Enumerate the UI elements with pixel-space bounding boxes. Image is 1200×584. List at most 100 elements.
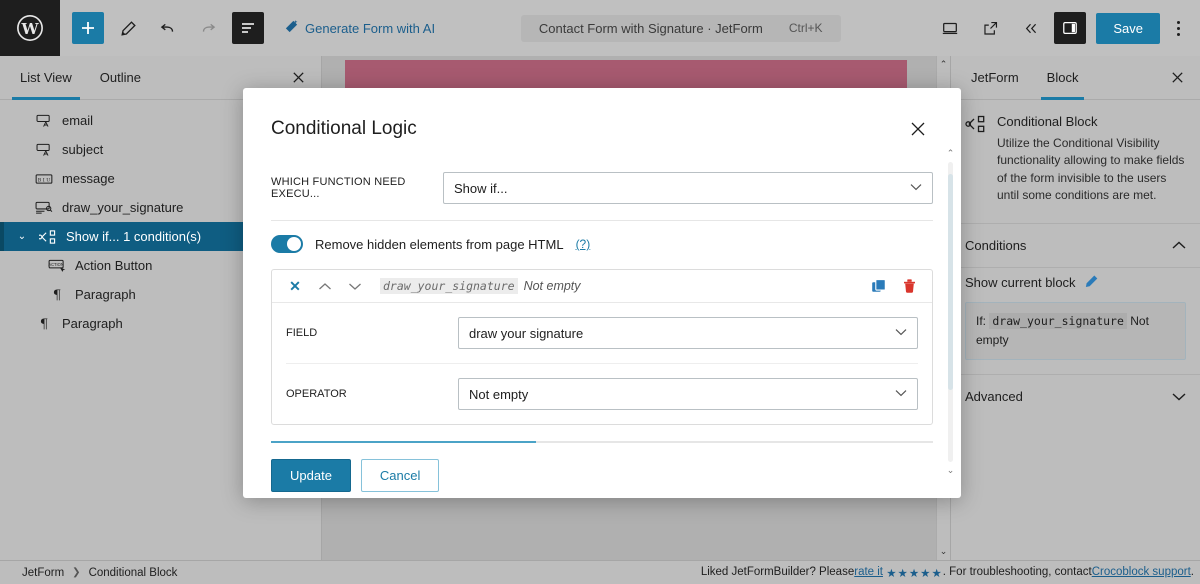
remove-hidden-toggle[interactable] bbox=[271, 235, 303, 253]
section-advanced-label: Advanced bbox=[965, 388, 1023, 404]
list-item-label: email bbox=[62, 113, 94, 128]
notice-prefix: Liked JetFormBuilder? Please bbox=[700, 565, 855, 578]
add-block-button[interactable] bbox=[72, 12, 104, 44]
update-button[interactable]: Update bbox=[271, 459, 351, 492]
notice-end: . bbox=[1190, 565, 1194, 578]
modal-progress-divider bbox=[271, 441, 933, 443]
block-info-text: Conditional Block Utilize the Conditiona… bbox=[997, 114, 1186, 205]
close-icon[interactable] bbox=[903, 114, 933, 144]
condition-prefix: If: bbox=[976, 313, 987, 328]
block-settings-tabs: JetForm Block bbox=[951, 56, 1200, 100]
section-advanced[interactable]: Advanced bbox=[951, 375, 1200, 418]
generate-form-with-ai-button[interactable]: Generate Form with AI bbox=[284, 19, 435, 37]
signature-field-icon bbox=[33, 199, 55, 217]
ai-button-label: Generate Form with AI bbox=[305, 20, 436, 36]
settings-panel-icon[interactable] bbox=[1054, 12, 1087, 44]
condition-field-name: draw_your_signature bbox=[989, 312, 1127, 329]
progress-bar-fill bbox=[271, 441, 536, 443]
modal-header: Conditional Logic bbox=[243, 88, 961, 150]
modal-scroll-thumb[interactable] bbox=[948, 174, 953, 390]
modal-title: Conditional Logic bbox=[271, 118, 417, 139]
field-select[interactable]: draw your signature bbox=[458, 317, 918, 349]
duplicate-icon[interactable] bbox=[866, 273, 892, 299]
tab-outline[interactable]: Outline bbox=[86, 56, 155, 100]
cancel-button[interactable]: Cancel bbox=[360, 459, 440, 492]
close-icon[interactable] bbox=[1160, 61, 1194, 95]
condition-entry-label: Show current block bbox=[965, 275, 1076, 291]
undo-button[interactable] bbox=[152, 12, 184, 44]
list-item-label: draw_your_signature bbox=[62, 200, 184, 215]
field-select-label: FIELD bbox=[286, 327, 318, 339]
block-title: Conditional Block bbox=[997, 114, 1098, 129]
block-description: Utilize the Conditional Visibility funct… bbox=[997, 136, 1185, 203]
save-button[interactable]: Save bbox=[1096, 12, 1160, 44]
condition-summary: draw_your_signature Not empty bbox=[380, 278, 581, 294]
chevron-down-icon[interactable] bbox=[1172, 389, 1186, 404]
rate-it-link[interactable]: rate it bbox=[854, 566, 883, 580]
list-item-label: subject bbox=[62, 142, 104, 157]
document-title-bar[interactable]: Contact Form with Signature · JetForm Ct… bbox=[520, 14, 841, 42]
rating-stars[interactable]: ★★★★★ bbox=[886, 566, 943, 580]
condition-card-toolbar: ✕ draw_your_signature Not empty bbox=[272, 270, 932, 303]
notice-middle: . For troubleshooting, contact bbox=[942, 565, 1092, 578]
edit-tool-button[interactable] bbox=[112, 12, 144, 44]
text-field-icon bbox=[33, 141, 55, 159]
chevron-down-icon[interactable]: ⌄ bbox=[14, 231, 30, 242]
breadcrumb-separator-icon: ❯ bbox=[72, 567, 81, 578]
kebab-menu-icon[interactable] bbox=[1164, 12, 1194, 44]
field-select-row: FIELD draw your signature bbox=[286, 303, 918, 363]
svg-text:B I U: B I U bbox=[38, 177, 50, 183]
chevron-down-icon[interactable] bbox=[342, 273, 368, 299]
redo-button[interactable] bbox=[192, 12, 224, 44]
trash-icon[interactable] bbox=[896, 273, 922, 299]
section-conditions[interactable]: Conditions bbox=[951, 224, 1200, 268]
function-select[interactable]: Show if... bbox=[443, 172, 933, 204]
tab-list-view[interactable]: List View bbox=[6, 56, 86, 100]
crocoblock-support-link[interactable]: Crocoblock support bbox=[1092, 566, 1191, 580]
conditional-block-icon bbox=[965, 114, 987, 205]
condition-editor-card: ✕ draw_your_signature Not empty FIELD dr… bbox=[271, 269, 933, 425]
block-settings-panel: JetForm Block Conditional Block Utilize … bbox=[950, 56, 1200, 560]
scroll-down-arrow-icon[interactable]: ⌄ bbox=[947, 465, 955, 476]
chevron-up-icon[interactable] bbox=[1172, 238, 1186, 253]
operator-select[interactable]: Not empty bbox=[458, 378, 918, 410]
operator-select-value: Not empty bbox=[469, 386, 529, 402]
document-title: Contact Form with Signature · JetForm bbox=[538, 20, 763, 36]
svg-text:ACTION: ACTION bbox=[48, 261, 64, 266]
conditional-block-icon bbox=[37, 228, 59, 246]
status-notice: Liked JetFormBuilder? Please rate it ★★★… bbox=[701, 566, 1200, 580]
condition-card-actions bbox=[866, 273, 922, 299]
condition-summary-operator: Not empty bbox=[523, 279, 581, 293]
tab-jetform[interactable]: JetForm bbox=[957, 56, 1033, 100]
operator-select-row: OPERATOR Not empty bbox=[286, 363, 918, 424]
condition-fields: FIELD draw your signature OPERATOR Not e… bbox=[272, 303, 932, 424]
scroll-up-arrow-icon[interactable]: ⌃ bbox=[940, 59, 948, 70]
close-x-icon[interactable]: ✕ bbox=[282, 273, 308, 299]
field-select-value: draw your signature bbox=[469, 325, 584, 341]
magic-wand-icon bbox=[284, 19, 299, 37]
chevron-down-icon bbox=[910, 182, 922, 194]
status-bar: JetForm ❯ Conditional Block Liked JetFor… bbox=[0, 560, 1200, 584]
desktop-icon[interactable] bbox=[934, 12, 966, 44]
modal-scrollbar[interactable]: ⌃ ⌄ bbox=[946, 148, 955, 476]
list-item-label: Paragraph bbox=[62, 316, 123, 331]
wordpress-logo-icon[interactable]: W bbox=[0, 0, 60, 56]
action-button-icon: ACTION bbox=[46, 257, 68, 275]
external-link-icon[interactable] bbox=[974, 12, 1006, 44]
scroll-up-arrow-icon[interactable]: ⌃ bbox=[947, 148, 955, 159]
condition-summary-card[interactable]: If: draw_your_signature Not empty bbox=[965, 301, 1186, 360]
list-view-button[interactable] bbox=[232, 12, 264, 44]
breadcrumb-item-jetform[interactable]: JetForm bbox=[22, 567, 64, 579]
modal-scroll-track[interactable] bbox=[948, 162, 953, 462]
chevron-up-icon[interactable] bbox=[312, 273, 338, 299]
help-link[interactable]: (?) bbox=[576, 237, 591, 251]
breadcrumb: JetForm ❯ Conditional Block bbox=[0, 567, 177, 579]
pencil-edit-icon[interactable] bbox=[1084, 274, 1099, 292]
tab-block[interactable]: Block bbox=[1033, 56, 1093, 100]
breadcrumb-item-conditional-block[interactable]: Conditional Block bbox=[89, 567, 178, 579]
svg-text:W: W bbox=[20, 20, 39, 38]
svg-text:¶: ¶ bbox=[53, 288, 61, 302]
double-chevron-left-icon[interactable] bbox=[1014, 12, 1046, 44]
scroll-down-arrow-icon[interactable]: ⌄ bbox=[940, 546, 948, 557]
block-info: Conditional Block Utilize the Conditiona… bbox=[951, 100, 1200, 224]
